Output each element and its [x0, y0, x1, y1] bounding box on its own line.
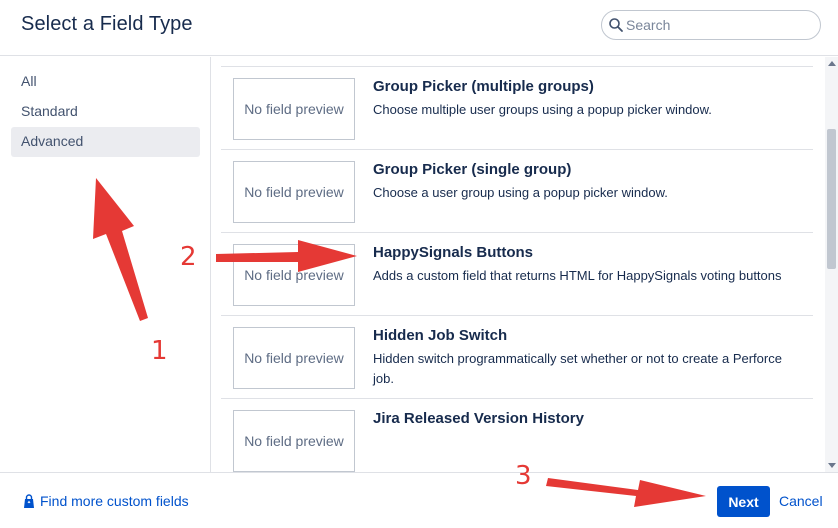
field-preview-box: No field preview [233, 327, 355, 389]
field-type-title: Jira Released Version History [373, 410, 584, 427]
field-preview-box: No field preview [233, 78, 355, 140]
field-type-title: Hidden Job Switch [373, 327, 508, 344]
field-type-title: Group Picker (single group) [373, 161, 572, 178]
sidebar-item-advanced[interactable]: Advanced [11, 127, 200, 157]
field-preview-box: No field preview [233, 161, 355, 223]
cancel-button[interactable]: Cancel [779, 493, 823, 509]
field-type-row[interactable]: No field preview Jira Released Version H… [221, 398, 813, 472]
field-type-title: HappySignals Buttons [373, 244, 534, 261]
find-more-custom-fields-link[interactable]: Find more custom fields [22, 493, 189, 509]
field-type-list: No field preview Group Picker (multiple … [212, 57, 825, 472]
scroll-thumb[interactable] [827, 129, 836, 269]
marketplace-bag-icon [24, 493, 34, 508]
field-type-description: Adds a custom field that returns HTML fo… [373, 268, 782, 283]
list-scrollbar[interactable] [825, 57, 838, 472]
search-icon [609, 18, 623, 32]
sidebar-item-standard[interactable]: Standard [11, 97, 200, 127]
scroll-up-arrow-icon[interactable] [828, 61, 836, 66]
dialog-footer: Find more custom fields Next Cancel [0, 472, 838, 528]
category-sidebar: All Standard Advanced [0, 57, 211, 472]
field-type-row[interactable]: No field preview Group Picker (single gr… [221, 149, 813, 232]
dialog-title: Select a Field Type [21, 13, 193, 35]
search-box[interactable] [601, 10, 821, 40]
search-input[interactable] [626, 15, 811, 35]
next-button[interactable]: Next [717, 486, 770, 517]
field-type-row[interactable]: No field preview Hidden Job Switch Hidde… [221, 315, 813, 398]
field-type-row[interactable]: No field preview Group Picker (multiple … [221, 66, 813, 149]
select-field-type-dialog: Select a Field Type All Standard Advance… [0, 0, 838, 528]
field-type-row[interactable]: No field preview HappySignals Buttons Ad… [221, 232, 813, 315]
scroll-down-arrow-icon[interactable] [828, 463, 836, 468]
field-preview-box: No field preview [233, 410, 355, 472]
field-preview-box: No field preview [233, 244, 355, 306]
find-more-label: Find more custom fields [40, 493, 189, 509]
dialog-header: Select a Field Type [0, 0, 838, 56]
field-type-description: Choose a user group using a popup picker… [373, 185, 668, 200]
field-type-title: Group Picker (multiple groups) [373, 78, 594, 95]
field-type-description: Hidden switch programmatically set wheth… [373, 351, 782, 386]
sidebar-item-all[interactable]: All [11, 67, 200, 97]
field-type-description: Choose multiple user groups using a popu… [373, 102, 712, 117]
